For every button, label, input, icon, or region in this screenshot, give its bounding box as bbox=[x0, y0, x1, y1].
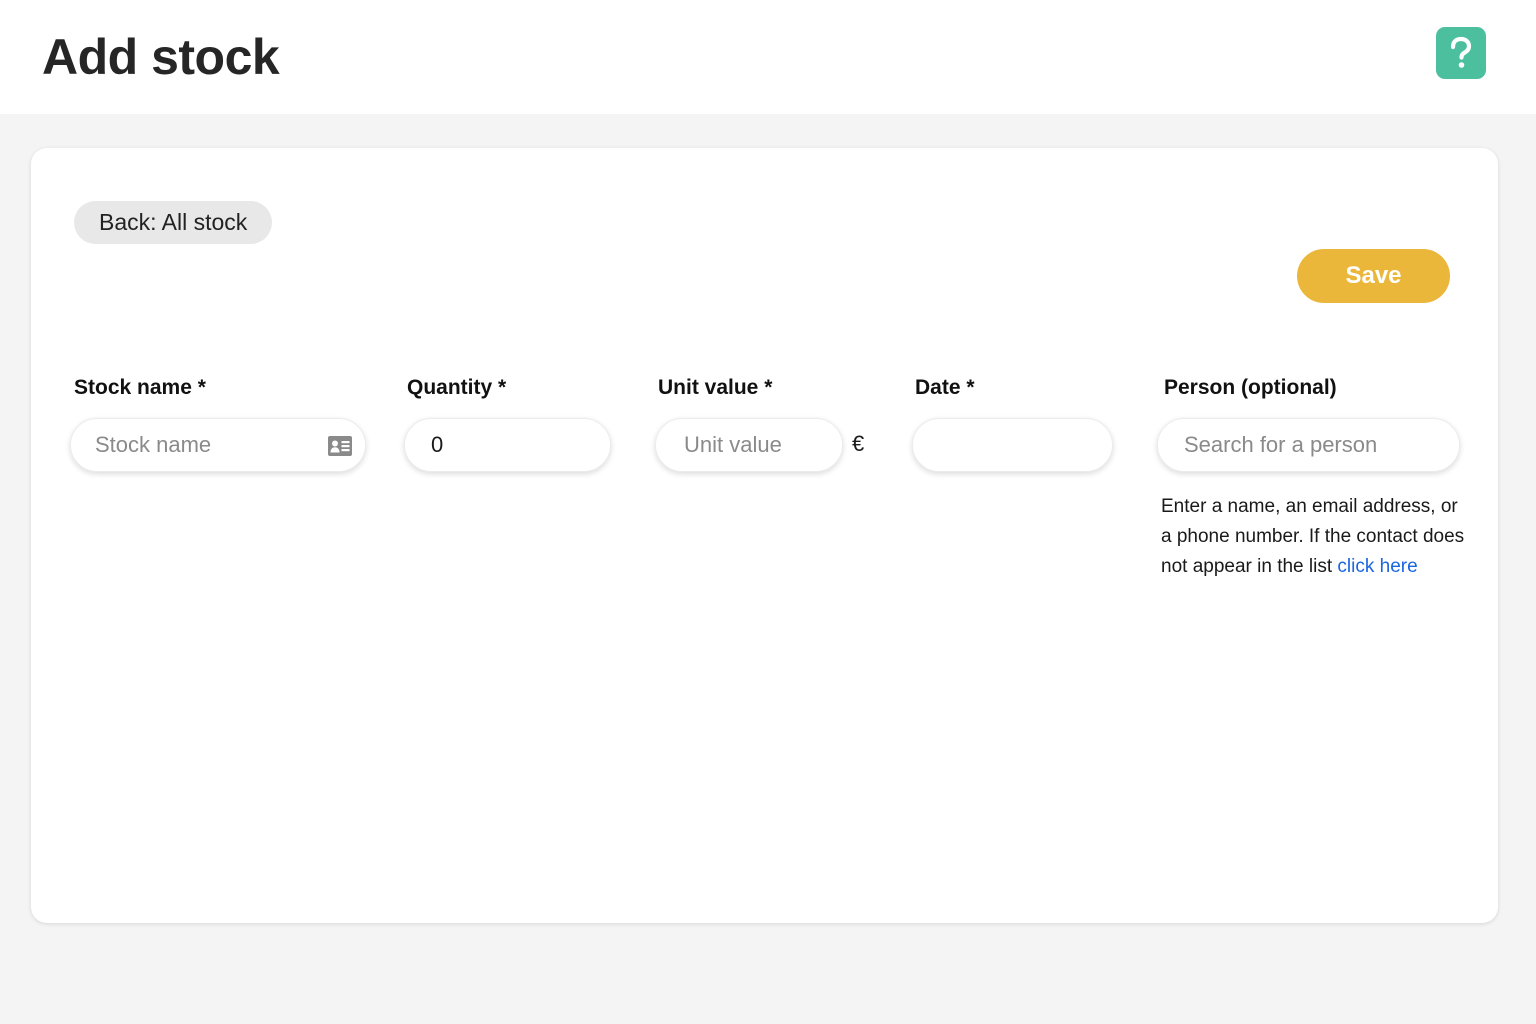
currency-symbol: € bbox=[852, 431, 865, 456]
stock-name-field[interactable] bbox=[70, 418, 366, 472]
person-label: Person (optional) bbox=[1164, 376, 1337, 399]
add-contact-link[interactable]: click here bbox=[1337, 556, 1417, 577]
unit-value-label: Unit value * bbox=[658, 376, 773, 399]
unit-value-input[interactable] bbox=[684, 432, 818, 458]
quantity-field[interactable] bbox=[404, 418, 611, 472]
date-input[interactable] bbox=[937, 432, 1088, 458]
stock-name-label: Stock name * bbox=[74, 376, 206, 399]
quantity-label: Quantity * bbox=[407, 376, 507, 399]
page-header: Add stock bbox=[0, 0, 1536, 114]
person-search-input[interactable] bbox=[1184, 432, 1435, 458]
date-label: Date * bbox=[915, 376, 975, 399]
quantity-input[interactable] bbox=[431, 432, 586, 458]
back-button[interactable]: Back: All stock bbox=[74, 201, 273, 244]
stock-name-input[interactable] bbox=[95, 432, 315, 458]
question-mark-icon bbox=[1450, 36, 1472, 68]
person-helper-message: Enter a name, an email address, or a pho… bbox=[1161, 496, 1465, 577]
page-title: Add stock bbox=[42, 29, 280, 85]
contact-card-icon[interactable] bbox=[327, 434, 353, 458]
person-helper-text: Enter a name, an email address, or a pho… bbox=[1161, 492, 1471, 582]
form-card: Back: All stock Save Stock name * Quanti… bbox=[31, 148, 1498, 923]
date-field[interactable] bbox=[912, 418, 1113, 472]
help-button[interactable] bbox=[1436, 27, 1486, 79]
save-button[interactable]: Save bbox=[1297, 249, 1450, 303]
person-search-field[interactable] bbox=[1157, 418, 1460, 472]
unit-value-field[interactable] bbox=[655, 418, 843, 472]
